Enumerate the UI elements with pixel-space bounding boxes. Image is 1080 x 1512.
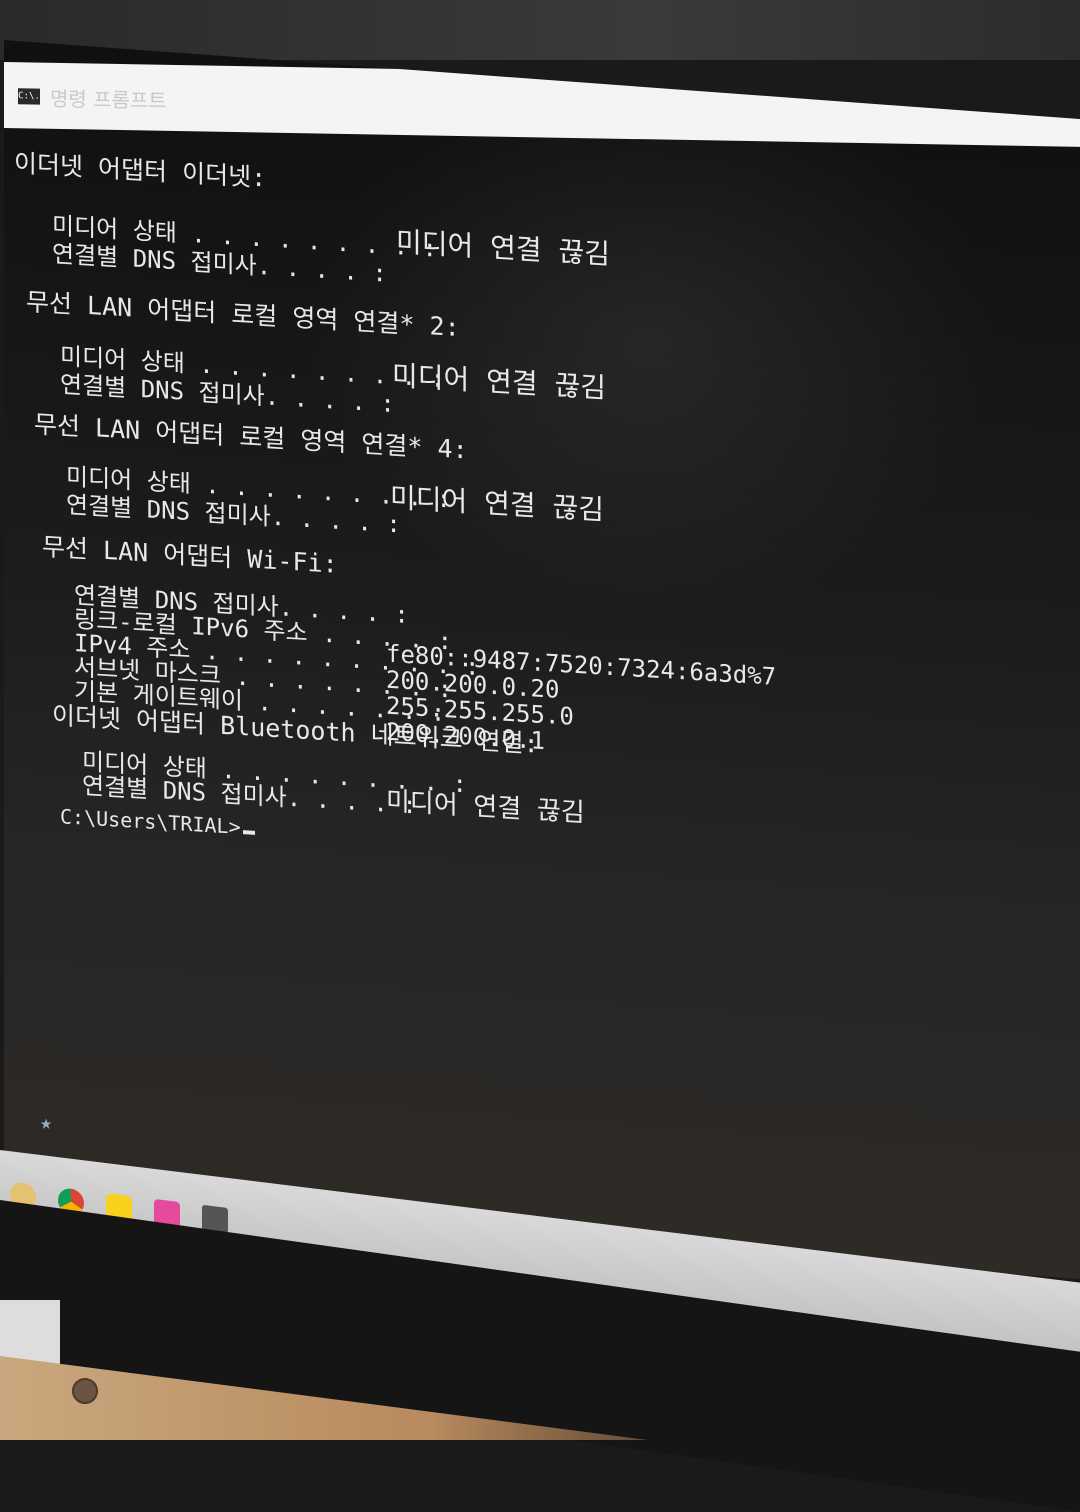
adapter-header: 무선 LAN 어댑터 로컬 영역 연결* 2: [26, 287, 460, 342]
cmd-icon: C:\. [18, 88, 40, 105]
row-value: 미디어 연결 끊김 [390, 480, 605, 527]
stand-screw [72, 1378, 98, 1404]
row-value: 미디어 연결 끊김 [392, 358, 607, 405]
prompt-text: C:\Users\TRIAL> [60, 804, 241, 839]
title-bar[interactable]: C:\. 명령 프롬프트 [4, 62, 1080, 148]
console-output[interactable]: 이더넷 어댑터 이더넷: 미디어 상태 . . . . . . . . : 미디… [14, 138, 1080, 1282]
adapter-header: 이더넷 어댑터 이더넷: [14, 148, 267, 193]
desktop-shortcut-icon[interactable]: ★ [40, 1110, 64, 1134]
row-value: 미디어 연결 끊김 [396, 225, 611, 271]
adapter-header: 무선 LAN 어댑터 Wi-Fi: [42, 532, 338, 579]
text-cursor [242, 830, 255, 835]
cmd-window: C:\. 명령 프롬프트 이더넷 어댑터 이더넷: 미디어 상태 . . . .… [4, 40, 1080, 1283]
adapter-header: 무선 LAN 어댑터 로컬 영역 연결* 4: [34, 409, 468, 465]
window-title: 명령 프롬프트 [50, 86, 167, 113]
